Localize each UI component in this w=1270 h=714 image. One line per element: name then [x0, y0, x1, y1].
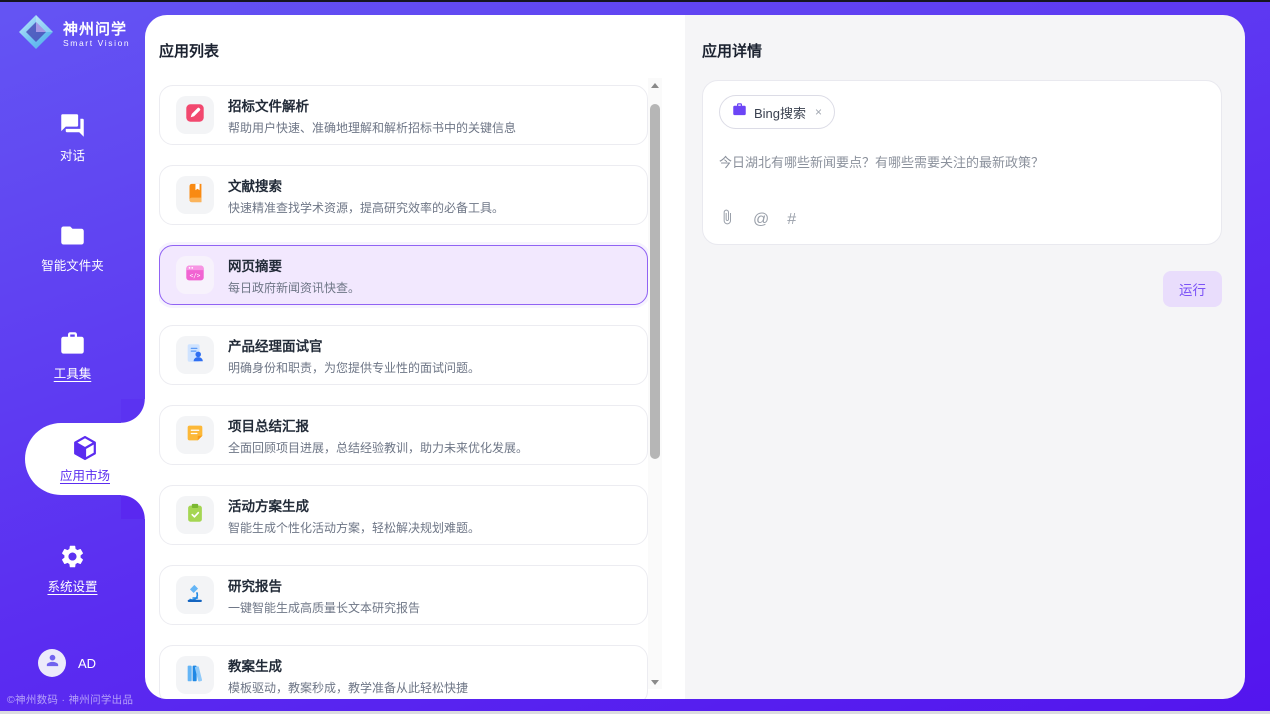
- app-card-title: 产品经理面试官: [228, 335, 480, 355]
- app-card-desc: 每日政府新闻资讯快查。: [228, 279, 360, 296]
- query-text[interactable]: 今日湖北有哪些新闻要点？有哪些需要关注的最新政策？: [719, 153, 1205, 173]
- app-card-icon-box: [176, 336, 214, 374]
- brand-name: 神州问学: [63, 21, 130, 38]
- app-card-pm-interviewer[interactable]: 产品经理面试官 明确身份和职责，为您提供专业性的面试问题。: [159, 325, 648, 385]
- app-list-panel: 应用列表 招标文件解析 帮助用户快速、准确地理解和解析招标书中的关键信息: [145, 15, 685, 699]
- briefcase-icon: [732, 102, 747, 122]
- interviewer-icon: [184, 342, 206, 369]
- app-card-icon-box: [176, 576, 214, 614]
- sidebar-item-toolset[interactable]: 工具集: [0, 330, 145, 383]
- scrollbar[interactable]: [648, 78, 662, 689]
- app-card-event-plan[interactable]: 活动方案生成 智能生成个性化活动方案，轻松解决规划难题。: [159, 485, 648, 545]
- sidebar: 神州问学 Smart Vision 对话 智能文件夹 工具集 应用: [0, 0, 145, 714]
- sidebar-item-label: 智能文件夹: [41, 255, 104, 274]
- app-card-desc: 帮助用户快速、准确地理解和解析招标书中的关键信息: [228, 119, 516, 136]
- microscope-icon: [184, 582, 206, 609]
- scroll-up-arrow-icon[interactable]: [648, 78, 662, 92]
- app-card-research-report[interactable]: 研究报告 一键智能生成高质量长文本研究报告: [159, 565, 648, 625]
- app-card-icon-box: [176, 496, 214, 534]
- books-icon: [184, 662, 206, 689]
- app-card-title: 教案生成: [228, 655, 468, 675]
- avatar: [38, 649, 66, 677]
- app-card-title: 文献搜索: [228, 175, 504, 195]
- app-card-desc: 明确身份和职责，为您提供专业性的面试问题。: [228, 359, 480, 376]
- app-card-list: 招标文件解析 帮助用户快速、准确地理解和解析招标书中的关键信息 文献搜索 快速精…: [159, 85, 648, 699]
- app-card-icon-box: [176, 656, 214, 694]
- note-icon: [184, 422, 206, 449]
- book-icon: [184, 182, 206, 209]
- sidebar-item-app-market[interactable]: 应用市场: [25, 423, 145, 495]
- sidebar-item-chat[interactable]: 对话: [0, 112, 145, 165]
- app-card-title: 活动方案生成: [228, 495, 480, 515]
- app-detail-panel: 应用详情 Bing搜索 × 今日湖北有哪些新闻要点？有哪些需要关注的最新政策？ …: [685, 15, 1245, 699]
- svg-text:</>: </>: [190, 272, 201, 279]
- toolbox-icon: [0, 330, 145, 358]
- app-card-desc: 全面回顾项目进展，总结经验教训，助力未来优化发展。: [228, 439, 528, 456]
- tool-tag-bing-search[interactable]: Bing搜索 ×: [719, 95, 835, 129]
- app-card-title: 研究报告: [228, 575, 420, 595]
- cube-icon: [71, 434, 99, 462]
- mention-icon[interactable]: @: [753, 212, 769, 228]
- app-card-project-summary[interactable]: 项目总结汇报 全面回顾项目进展，总结经验教训，助力未来优化发展。: [159, 405, 648, 465]
- brand[interactable]: 神州问学 Smart Vision: [17, 13, 130, 56]
- sidebar-item-label: 系统设置: [47, 576, 97, 595]
- diamond-logo-icon: [17, 13, 55, 56]
- app-card-desc: 快速精准查找学术资源，提高研究效率的必备工具。: [228, 199, 504, 216]
- composer-toolbar: @ #: [719, 209, 796, 230]
- person-icon: [44, 652, 61, 674]
- clipboard-check-icon: [184, 502, 206, 529]
- main-content: 应用列表 招标文件解析 帮助用户快速、准确地理解和解析招标书中的关键信息: [145, 15, 1245, 699]
- run-button[interactable]: 运行: [1163, 271, 1222, 307]
- brand-subtitle: Smart Vision: [63, 38, 130, 48]
- app-card-icon-box: [176, 96, 214, 134]
- hash-icon[interactable]: #: [787, 212, 796, 228]
- scrollbar-thumb[interactable]: [650, 104, 660, 459]
- app-detail-title: 应用详情: [702, 40, 762, 61]
- app-card-web-summary[interactable]: </> 网页摘要 每日政府新闻资讯快查。: [159, 245, 648, 305]
- user-initials: AD: [78, 656, 96, 671]
- tool-tag-label: Bing搜索: [754, 103, 806, 122]
- folder-icon: [0, 222, 145, 250]
- app-card-desc: 智能生成个性化活动方案，轻松解决规划难题。: [228, 519, 480, 536]
- scroll-down-arrow-icon[interactable]: [648, 675, 662, 689]
- close-icon[interactable]: ×: [815, 105, 822, 119]
- app-card-desc: 一键智能生成高质量长文本研究报告: [228, 599, 420, 616]
- app-card-title: 项目总结汇报: [228, 415, 528, 435]
- app-card-bid-parse[interactable]: 招标文件解析 帮助用户快速、准确地理解和解析招标书中的关键信息: [159, 85, 648, 145]
- app-card-desc: 模板驱动，教案秒成，教学准备从此轻松快捷: [228, 679, 468, 696]
- prompt-card[interactable]: Bing搜索 × 今日湖北有哪些新闻要点？有哪些需要关注的最新政策？ @ #: [702, 80, 1222, 245]
- sidebar-item-label: 对话: [60, 145, 85, 164]
- active-curve-bottom: [121, 495, 145, 519]
- app-card-icon-box: [176, 416, 214, 454]
- browser-code-icon: </>: [184, 262, 206, 289]
- window-top-edge: [0, 0, 1270, 2]
- app-card-icon-box: [176, 176, 214, 214]
- sidebar-item-label: 工具集: [54, 363, 92, 382]
- chat-icon: [0, 112, 145, 140]
- paperclip-icon[interactable]: [719, 209, 735, 230]
- sidebar-item-label: 应用市场: [60, 465, 110, 484]
- edit-icon: [184, 102, 206, 129]
- app-card-lesson-plan[interactable]: 教案生成 模板驱动，教案秒成，教学准备从此轻松快捷: [159, 645, 648, 699]
- sidebar-item-smart-folder[interactable]: 智能文件夹: [0, 222, 145, 275]
- sidebar-footer: ©神州数码 · 神州问学出品: [7, 692, 133, 707]
- active-curve-top: [121, 399, 145, 423]
- gear-icon: [0, 543, 145, 571]
- app-card-literature-search[interactable]: 文献搜索 快速精准查找学术资源，提高研究效率的必备工具。: [159, 165, 648, 225]
- app-card-title: 网页摘要: [228, 255, 360, 275]
- sidebar-item-settings[interactable]: 系统设置: [0, 543, 145, 596]
- app-list-title: 应用列表: [159, 40, 219, 61]
- user-profile[interactable]: AD: [38, 649, 96, 677]
- app-card-title: 招标文件解析: [228, 95, 516, 115]
- app-card-icon-box: </>: [176, 256, 214, 294]
